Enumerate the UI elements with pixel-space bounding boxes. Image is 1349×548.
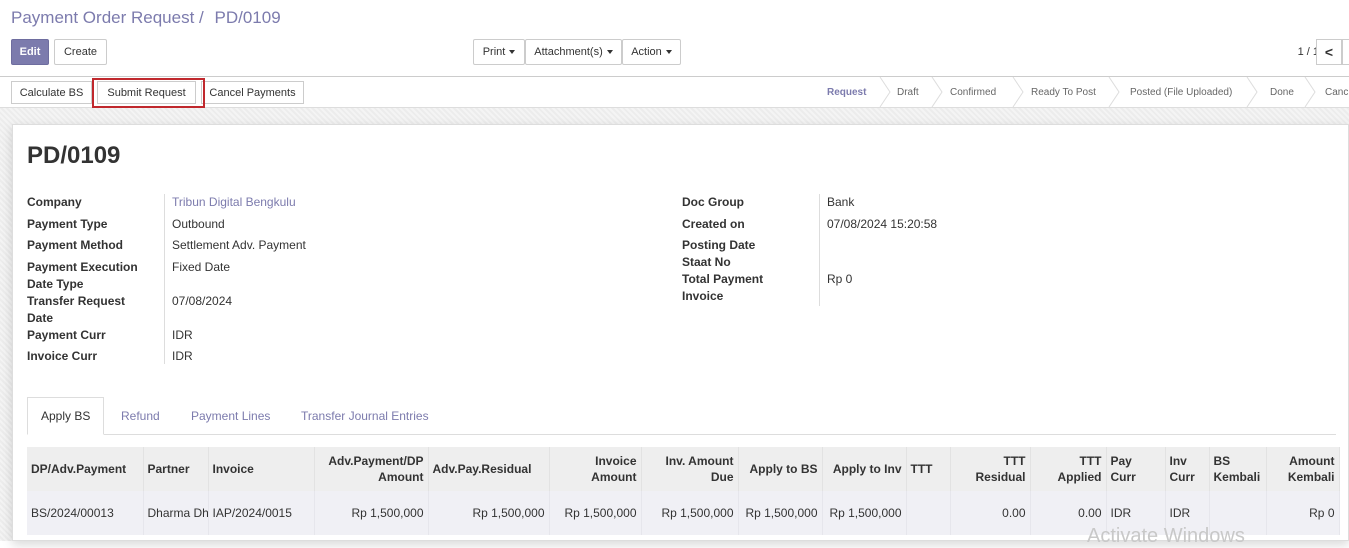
cell-ttt-residual: 0.00 [950,491,1031,535]
status-draft[interactable]: Draft [897,77,919,107]
edit-button[interactable]: Edit [11,39,49,65]
activate-windows-watermark: Activate Windows [1087,525,1245,547]
status-confirmed[interactable]: Confirmed [950,77,996,107]
value-payment-execution-date-type: Fixed Date [172,260,231,274]
table-header-row: DP/Adv.Payment Partner Invoice Adv.Payme… [27,447,1340,491]
action-label: Action [631,46,662,58]
label-invoice-curr: Invoice Curr [27,349,98,363]
label-doc-group: Doc Group [682,195,744,209]
col-apply-to-inv[interactable]: Apply to Inv [822,447,907,491]
create-button[interactable]: Create [54,39,107,65]
record-title: PD/0109 [27,142,121,169]
label-payment-execution-date-type: Payment Execution Date Type [27,260,138,291]
cell-apply-to-bs: Rp 1,500,000 [738,491,823,535]
tab-transfer-journal-entries[interactable]: Transfer Journal Entries [301,397,429,435]
col-apply-to-bs[interactable]: Apply to BS [738,447,823,491]
status-done[interactable]: Done [1270,77,1294,107]
label-company: Company [27,195,82,209]
value-company[interactable]: Tribun Digital Bengkulu [172,194,296,211]
cancel-payments-button[interactable]: Cancel Payments [201,81,304,104]
breadcrumb-current: PD/0109 [214,8,281,27]
caret-down-icon [509,50,516,54]
col-inv-amount-due[interactable]: Inv. Amount Due [641,447,739,491]
value-doc-group: Bank [827,195,855,209]
cell-apply-to-inv: Rp 1,500,000 [822,491,907,535]
col-invoice-amount[interactable]: Invoice Amount [549,447,642,491]
print-dropdown[interactable]: Print [473,39,525,65]
value-created-on: 07/08/2024 15:20:58 [827,217,938,231]
control-panel: Payment Order Request / PD/0109 Edit Cre… [0,0,1349,76]
cell-ttt [906,491,951,535]
col-ttt[interactable]: TTT [906,447,951,491]
col-bs-kembali[interactable]: BS Kembali [1209,447,1267,491]
caret-down-icon [606,50,613,54]
cell-invoice: IAP/2024/0015 [208,491,315,535]
tab-apply-bs[interactable]: Apply BS [27,397,104,435]
status-ready-to-post[interactable]: Ready To Post [1031,77,1096,107]
cell-dp-adv-payment: BS/2024/00013 [27,491,144,535]
label-created-on: Created on [682,217,745,231]
value-total-payment-invoice: Rp 0 [827,272,853,286]
col-ttt-residual[interactable]: TTT Residual [950,447,1031,491]
col-amount-kembali[interactable]: Amount Kembali [1266,447,1340,491]
attachments-dropdown[interactable]: Attachment(s) [525,39,622,65]
status-posted-file-uploaded[interactable]: Posted (File Uploaded) [1130,77,1232,107]
highlight-box [92,78,205,108]
cell-partner: Dharma Dhatu [143,491,209,535]
status-cancel[interactable]: Canc [1325,77,1348,107]
cell-adv-payment-dp-amount: Rp 1,500,000 [314,491,429,535]
label-payment-method: Payment Method [27,238,124,252]
label-posting-date: Posting Date [682,238,756,252]
tab-payment-lines[interactable]: Payment Lines [191,397,270,435]
breadcrumb-parent[interactable]: Payment Order Request [11,8,194,27]
cell-amount-kembali: Rp 0 [1266,491,1340,535]
status-request[interactable]: Request [827,77,866,107]
value-payment-method: Settlement Adv. Payment [172,238,306,252]
label-payment-type: Payment Type [27,217,108,231]
cell-inv-amount-due: Rp 1,500,000 [641,491,739,535]
col-inv-curr[interactable]: Inv Curr [1165,447,1210,491]
breadcrumb-separator: / [199,8,204,27]
pager-next-button[interactable] [1342,39,1349,65]
cell-invoice-amount: Rp 1,500,000 [549,491,642,535]
col-invoice[interactable]: Invoice [208,447,315,491]
label-total-payment-invoice: Total Payment Invoice [682,272,764,303]
col-adv-pay-residual[interactable]: Adv.Pay.Residual [428,447,550,491]
chevron-left-icon[interactable]: < [1316,39,1342,65]
value-payment-type: Outbound [172,217,225,231]
col-partner[interactable]: Partner [143,447,209,491]
label-staat-no: Staat No [682,255,731,269]
apply-bs-table: DP/Adv.Payment Partner Invoice Adv.Payme… [27,447,1340,535]
col-dp-adv-payment[interactable]: DP/Adv.Payment [27,447,144,491]
field-divider [164,194,165,364]
caret-down-icon [665,50,672,54]
tab-refund[interactable]: Refund [121,397,160,435]
value-invoice-curr: IDR [172,349,193,363]
col-ttt-applied[interactable]: TTT Applied [1030,447,1107,491]
label-payment-curr: Payment Curr [27,328,106,342]
print-label: Print [482,46,506,58]
col-adv-payment-dp-amount[interactable]: Adv.Payment/DP Amount [314,447,429,491]
attachments-label: Attachment(s) [534,46,603,58]
value-transfer-request-date: 07/08/2024 [172,294,233,308]
action-dropdown[interactable]: Action [622,39,681,65]
label-transfer-request-date: Transfer Request Date [27,294,126,325]
col-pay-curr[interactable]: Pay Curr [1106,447,1166,491]
value-payment-curr: IDR [172,328,193,342]
cell-adv-pay-residual: Rp 1,500,000 [428,491,550,535]
breadcrumb: Payment Order Request / PD/0109 [11,8,281,28]
field-divider [819,194,820,306]
calculate-bs-button[interactable]: Calculate BS [11,81,92,104]
